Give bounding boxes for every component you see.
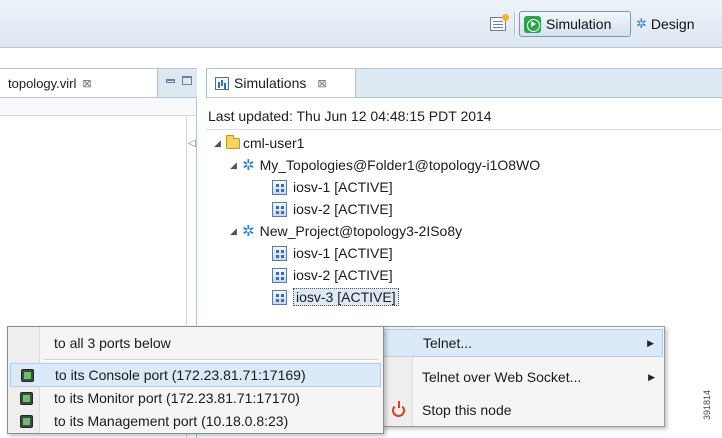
tab-topology-virl[interactable]: topology.virl ⊠ <box>0 69 158 97</box>
collapse-left-icon[interactable]: ◁ <box>188 138 196 149</box>
submenu-item-monitor-port[interactable]: to its Monitor port (172.23.81.71:17170) <box>10 386 381 410</box>
tree-node[interactable]: iosv-1 [ACTIVE] <box>272 176 393 198</box>
menu-item-telnet-websocket[interactable]: Telnet over Web Socket... ▶ <box>382 363 663 391</box>
router-node-icon <box>272 267 287 283</box>
terminal-icon <box>21 368 34 382</box>
node-label: iosv-2 [ACTIVE] <box>293 201 393 217</box>
simulations-view-icon <box>215 76 229 90</box>
topology-icon: ✲ <box>242 157 255 174</box>
router-node-icon <box>272 289 287 305</box>
terminal-icon <box>20 414 33 428</box>
topology-label: New_Project@topology3-2ISo8y <box>259 223 463 239</box>
router-node-icon <box>272 179 287 195</box>
expand-down-icon[interactable]: ◢ <box>230 226 242 237</box>
new-window-icon[interactable] <box>490 14 509 31</box>
menu-item-label: Stop this node <box>422 402 512 418</box>
terminal-icon <box>20 391 33 405</box>
telnet-submenu: to all 3 ports below to its Console port… <box>7 326 384 434</box>
editor-tab-bar: topology.virl ⊠ <box>0 68 197 98</box>
node-label: iosv-3 [ACTIVE] <box>293 288 399 306</box>
topology-icon: ✲ <box>636 16 647 31</box>
tree-node[interactable]: iosv-2 [ACTIVE] <box>272 198 393 220</box>
play-circle-icon <box>524 15 541 33</box>
node-label: iosv-1 [ACTIVE] <box>293 179 393 195</box>
figure-id: 391814 <box>702 389 712 420</box>
expand-down-icon[interactable]: ◢ <box>214 138 226 149</box>
tree-topology[interactable]: ◢ ✲ My_Topologies@Folder1@topology-i1O8W… <box>230 154 540 176</box>
topology-label: My_Topologies@Folder1@topology-i1O8WO <box>259 157 541 173</box>
menu-item-label: to its Management port (10.18.0.8:23) <box>54 413 289 429</box>
submenu-item-console-port[interactable]: to its Console port (172.23.81.71:17169) <box>10 363 381 387</box>
menu-item-label: to its Console port (172.23.81.71:17169) <box>55 367 306 383</box>
folder-icon <box>226 134 240 149</box>
close-icon[interactable]: ⊠ <box>317 77 326 90</box>
tree-node[interactable]: iosv-1 [ACTIVE] <box>272 242 393 264</box>
submenu-arrow-icon: ▶ <box>648 371 655 382</box>
menu-item-stop-node[interactable]: Stop this node <box>382 396 663 424</box>
router-node-icon <box>272 201 287 217</box>
menu-item-telnet[interactable]: Telnet... ▶ <box>382 329 663 357</box>
node-context-menu: Telnet... ▶ Telnet over Web Socket... ▶ … <box>380 326 665 427</box>
design-perspective-button[interactable]: ✲ Design <box>636 11 695 37</box>
topology-icon: ✲ <box>242 223 255 240</box>
main-toolbar: Simulation ✲ Design <box>0 0 722 48</box>
node-label: iosv-1 [ACTIVE] <box>293 245 393 261</box>
menu-item-label: to its Monitor port (172.23.81.71:17170) <box>54 390 300 406</box>
last-updated-text: Last updated: Thu Jun 12 04:48:15 PDT 20… <box>206 108 722 130</box>
menu-item-label: Telnet... <box>423 335 473 351</box>
submenu-item-all-ports[interactable]: to all 3 ports below <box>10 331 381 355</box>
tab-simulations[interactable]: Simulations ⊠ <box>206 69 356 97</box>
tree-user-folder[interactable]: ◢ cml-user1 <box>214 132 304 154</box>
simulation-perspective-label: Simulation <box>546 16 612 32</box>
power-icon <box>392 400 405 417</box>
close-icon[interactable]: ⊠ <box>82 77 91 90</box>
menu-item-label: Telnet over Web Socket... <box>422 369 582 385</box>
expand-down-icon[interactable]: ◢ <box>230 160 242 171</box>
minimize-icon[interactable] <box>166 79 175 83</box>
tree-topology[interactable]: ◢ ✲ New_Project@topology3-2ISo8y <box>230 220 462 242</box>
menu-separator <box>44 359 378 360</box>
submenu-item-management-port[interactable]: to its Management port (10.18.0.8:23) <box>10 409 381 433</box>
menu-item-label: to all 3 ports below <box>54 335 171 351</box>
router-node-icon <box>272 245 287 261</box>
simulation-perspective-button[interactable]: Simulation <box>519 11 631 37</box>
editor-header-strip <box>0 98 196 116</box>
tree-node-selected[interactable]: iosv-3 [ACTIVE] <box>272 286 399 308</box>
node-label: iosv-2 [ACTIVE] <box>293 267 393 283</box>
tree-node[interactable]: iosv-2 [ACTIVE] <box>272 264 393 286</box>
tab-label: Simulations <box>234 75 307 91</box>
design-perspective-label: Design <box>650 16 695 32</box>
maximize-icon[interactable] <box>182 76 192 85</box>
user-label: cml-user1 <box>243 135 305 151</box>
toolbar-separator <box>514 12 515 36</box>
tab-label: topology.virl <box>8 75 77 91</box>
simulations-tab-bar: Simulations ⊠ <box>206 68 722 98</box>
submenu-arrow-icon: ▶ <box>647 337 654 348</box>
